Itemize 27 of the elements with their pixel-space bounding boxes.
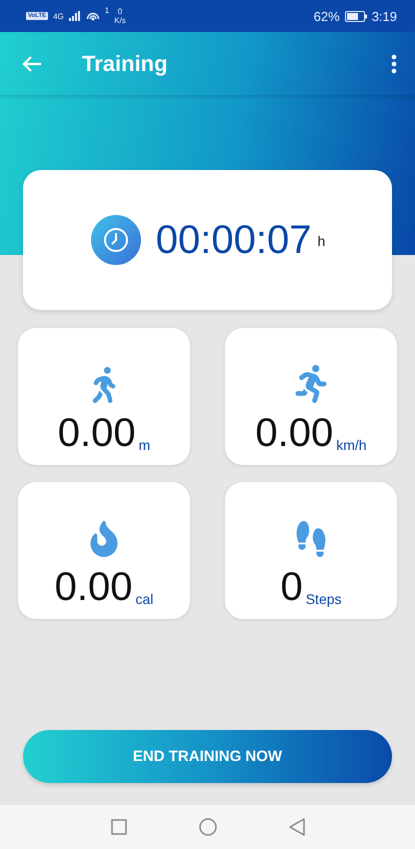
back-nav-button[interactable]: [288, 818, 304, 836]
clock-time: 3:19: [372, 8, 397, 24]
back-button[interactable]: [22, 54, 42, 72]
speed-unit: K/s: [114, 16, 126, 25]
time-unit: h: [317, 233, 326, 249]
elapsed-time: 00:00:07: [156, 218, 312, 262]
end-training-button[interactable]: END TRAINING NOW: [23, 730, 392, 783]
metric-unit: km/h: [336, 437, 367, 453]
metric-value: 0.00: [255, 413, 334, 453]
recent-apps-button[interactable]: [110, 819, 126, 835]
metric-unit: m: [138, 437, 150, 453]
signal-icon: [68, 11, 81, 21]
metric-unit: Steps: [306, 591, 342, 607]
screen-title: Training: [82, 50, 169, 76]
more-options-button[interactable]: [391, 54, 397, 74]
metric-value: 0.00: [58, 413, 136, 453]
metric-unit: cal: [135, 591, 154, 607]
home-button[interactable]: [198, 818, 216, 836]
hotspot-icon: [86, 10, 100, 22]
network-type: 4G: [53, 12, 64, 20]
battery-percent: 62%: [314, 8, 340, 24]
metric-value: 0: [280, 567, 303, 607]
clock-icon: [90, 214, 142, 266]
hotspot-count: 1: [104, 6, 110, 15]
battery-icon: [344, 10, 367, 22]
speed-value: 0: [118, 7, 122, 16]
metric-value: 0.00: [54, 567, 132, 607]
